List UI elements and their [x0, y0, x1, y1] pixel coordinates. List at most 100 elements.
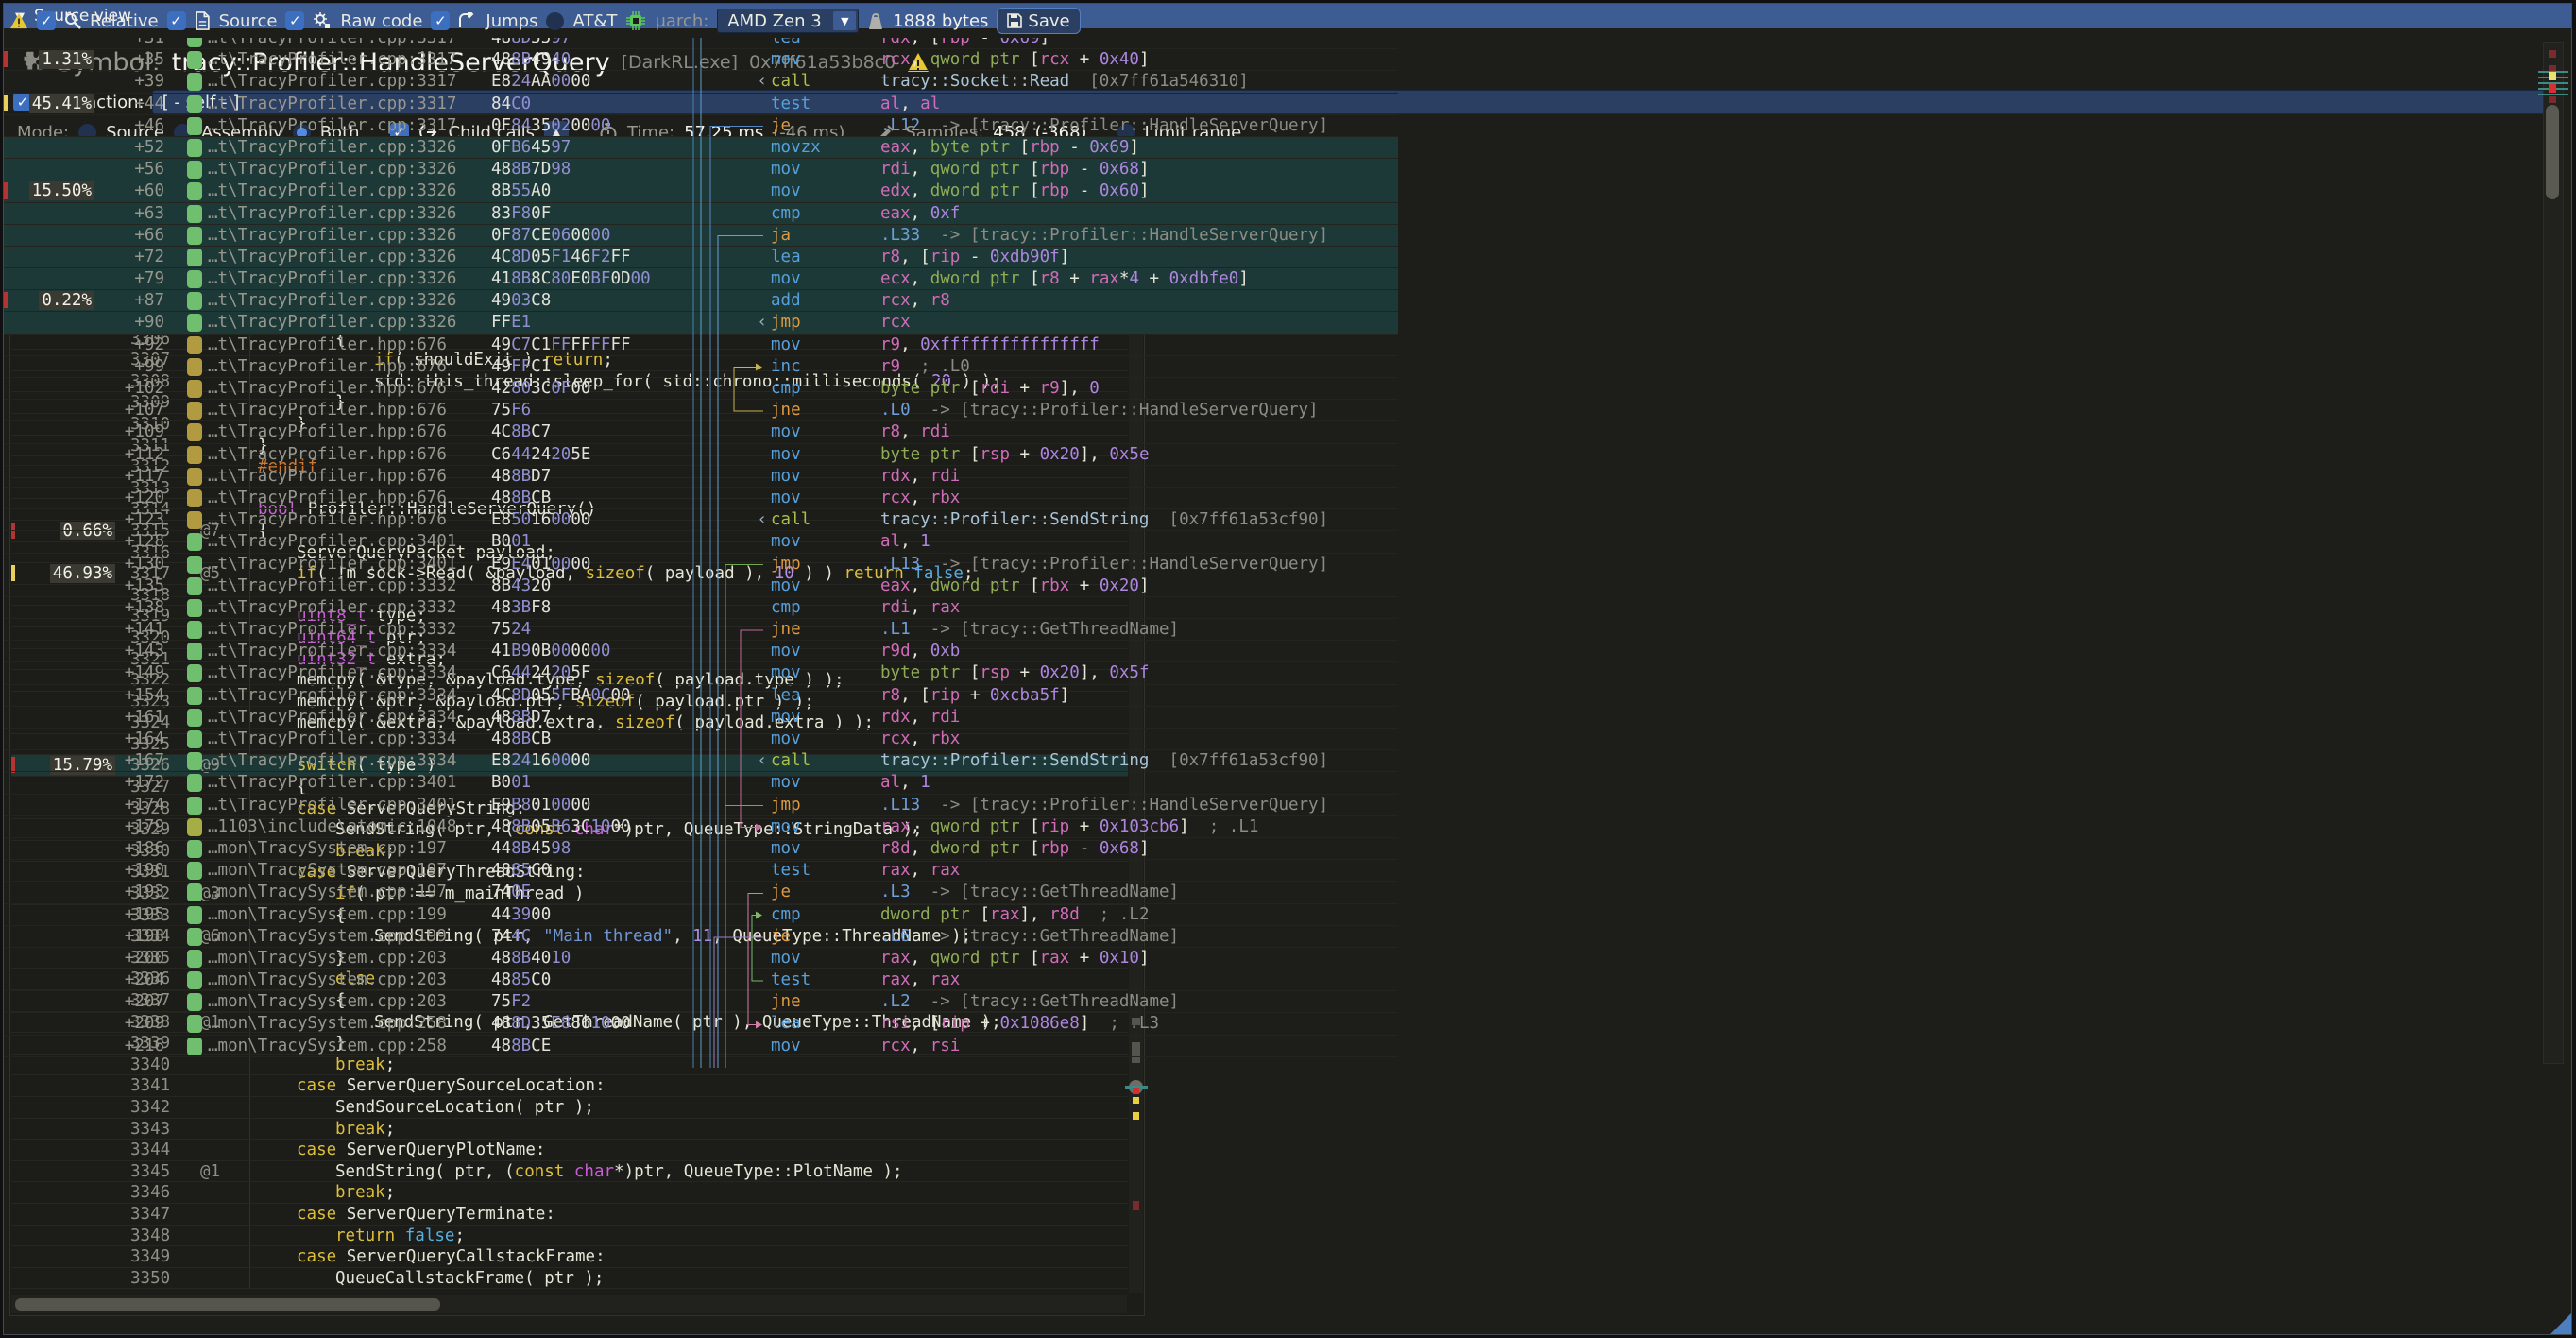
source-line[interactable]: 3346break; — [11, 1182, 1128, 1204]
relative-checkbox[interactable]: ✓ — [37, 11, 56, 30]
raw-code-label[interactable]: Raw code — [340, 11, 422, 31]
att-radio[interactable] — [546, 12, 564, 30]
file-color-swatch — [187, 1038, 202, 1055]
att-label[interactable]: AT&T — [572, 11, 617, 31]
resize-grip[interactable] — [2550, 1313, 2571, 1334]
file-color-swatch — [187, 730, 202, 748]
file-color-swatch — [187, 117, 202, 135]
source-line[interactable]: 3345@1SendString( ptr, (const char*)ptr,… — [11, 1161, 1128, 1183]
source-hscroll-thumb[interactable] — [15, 1298, 440, 1311]
file-color-swatch — [187, 270, 202, 288]
asm-row[interactable]: +117…t\TracyProfiler.hpp:676488BD7movrdx… — [4, 466, 1398, 488]
asm-row[interactable]: +207…mon\TracySystem.cpp:20375F2jne.L2 -… — [4, 991, 1398, 1013]
source-line[interactable]: 3350QueueCallstackFrame( ptr ); — [11, 1268, 1128, 1290]
asm-row[interactable]: +195…mon\TracySystem.cpp:199443900cmpdwo… — [4, 904, 1398, 926]
asm-row[interactable]: +186…mon\TracySystem.cpp:197448B4598movr… — [4, 838, 1398, 860]
asm-row[interactable]: +174…t\TracyProfiler.cpp:3401E9B8010000j… — [4, 795, 1398, 816]
asm-row[interactable]: +46…t\TracyProfiler.cpp:33170F8435020000… — [4, 115, 1398, 137]
file-color-swatch — [187, 161, 202, 179]
asm-row[interactable]: 45.41%+44…t\TracyProfiler.cpp:331784C0te… — [4, 94, 1398, 115]
assembly-view[interactable]: +31…t\TracyProfiler.cpp:3317488D5597lear… — [4, 38, 1398, 1068]
file-color-swatch — [187, 73, 202, 91]
asm-row[interactable]: +179…1103\include\atomic:1048488B05B63C1… — [4, 816, 1398, 838]
asm-row[interactable]: +52…t\TracyProfiler.cpp:33260FB64597movz… — [4, 137, 1398, 159]
save-icon — [1007, 13, 1022, 28]
asm-row[interactable]: +39…t\TracyProfiler.cpp:3317E824AA0000‹c… — [4, 71, 1398, 93]
asm-row[interactable]: +149…t\TracyProfiler.cpp:3334C64424205Fm… — [4, 662, 1398, 684]
asm-row[interactable]: +143…t\TracyProfiler.cpp:333441B90B00000… — [4, 641, 1398, 662]
asm-row[interactable]: +193…mon\TracySystem.cpp:197740Eje.L3 ->… — [4, 882, 1398, 903]
asm-row[interactable]: +56…t\TracyProfiler.cpp:3326488B7D98movr… — [4, 159, 1398, 180]
asm-row[interactable]: +90…t\TracyProfiler.cpp:3326FFE1‹jmprcx — [4, 312, 1398, 334]
asm-row[interactable]: +63…t\TracyProfiler.cpp:332683F80Fcmpeax… — [4, 203, 1398, 225]
asm-row[interactable]: +216…mon\TracySystem.cpp:258488BCEmovrcx… — [4, 1036, 1398, 1057]
source-line[interactable]: 3348return false; — [11, 1226, 1128, 1247]
raw-code-checkbox[interactable]: ✓ — [285, 11, 304, 30]
file-color-swatch — [187, 446, 202, 464]
save-label: Save — [1028, 11, 1069, 31]
asm-row[interactable]: +123…t\TracyProfiler.hpp:676E850160000‹c… — [4, 509, 1398, 531]
asm-row[interactable]: +102…t\TracyProfiler.hpp:67642803C0F00cm… — [4, 378, 1398, 400]
file-color-swatch — [187, 511, 202, 529]
asm-row[interactable]: +172…t\TracyProfiler.cpp:3401B001moval, … — [4, 772, 1398, 794]
source-line[interactable]: 3342SendSourceLocation( ptr ); — [11, 1097, 1128, 1119]
source-line[interactable]: 3349case ServerQueryCallstackFrame: — [11, 1246, 1128, 1268]
file-color-swatch — [187, 95, 202, 113]
file-color-swatch — [187, 840, 202, 858]
file-color-swatch — [187, 556, 202, 574]
asm-row[interactable]: +135…t\TracyProfiler.cpp:33328B4320movea… — [4, 575, 1398, 597]
jump-arrow-icon — [458, 12, 477, 29]
file-color-swatch — [187, 51, 202, 69]
asm-row[interactable]: +161…t\TracyProfiler.cpp:3334488BD7movrd… — [4, 707, 1398, 729]
source-line[interactable]: 3347case ServerQueryTerminate: — [11, 1204, 1128, 1226]
source-horizontal-scrollbar[interactable] — [11, 1295, 1127, 1313]
asm-row[interactable]: +209…mon\TracySystem.cpp:258488D35E88610… — [4, 1013, 1398, 1035]
asm-row[interactable]: +200…mon\TracySystem.cpp:203488B4010movr… — [4, 948, 1398, 969]
file-color-swatch — [187, 883, 202, 901]
relative-label[interactable]: Relative — [90, 11, 159, 31]
file-color-swatch — [187, 664, 202, 682]
jumps-label[interactable]: Jumps — [486, 11, 537, 31]
uarch-select[interactable]: AMD Zen 3 ▼ — [717, 9, 859, 33]
asm-row[interactable]: +66…t\TracyProfiler.cpp:33260F87CE060000… — [4, 225, 1398, 247]
asm-row[interactable]: 0.22%+87…t\TracyProfiler.cpp:33264903C8a… — [4, 290, 1398, 312]
asm-row[interactable]: +164…t\TracyProfiler.cpp:3334488BCBmovrc… — [4, 729, 1398, 750]
file-color-swatch — [187, 643, 202, 660]
asm-row[interactable]: +120…t\TracyProfiler.hpp:676488BCBmovrcx… — [4, 488, 1398, 509]
asm-row[interactable]: +79…t\TracyProfiler.cpp:3326418B8C80E0BF… — [4, 268, 1398, 290]
asm-row[interactable]: +130…t\TracyProfiler.cpp:3401E9E4010000j… — [4, 554, 1398, 575]
asm-row[interactable]: +31…t\TracyProfiler.cpp:3317488D5597lear… — [4, 38, 1398, 49]
assembly-scroll-thumb[interactable] — [2546, 105, 2559, 199]
asm-row[interactable]: +167…t\TracyProfiler.cpp:3334E824160000‹… — [4, 750, 1398, 772]
asm-row[interactable]: +92…t\TracyProfiler.hpp:67649C7C1FFFFFFF… — [4, 334, 1398, 356]
file-color-swatch — [187, 752, 202, 770]
source-checkbox[interactable]: ✓ — [167, 11, 186, 30]
asm-row[interactable]: +107…t\TracyProfiler.hpp:67675F6jne.L0 -… — [4, 400, 1398, 421]
source-line[interactable]: 3343break; — [11, 1119, 1128, 1141]
save-button[interactable]: Save — [997, 8, 1080, 34]
warning-icon — [9, 12, 28, 29]
file-color-swatch — [187, 797, 202, 815]
asm-row[interactable]: +99…t\TracyProfiler.hpp:67649FFC1incr9 ;… — [4, 356, 1398, 378]
jumps-checkbox[interactable]: ✓ — [431, 11, 450, 30]
asm-row[interactable]: +72…t\TracyProfiler.cpp:33264C8D05F146F2… — [4, 247, 1398, 268]
file-color-swatch — [187, 774, 202, 792]
asm-row[interactable]: +154…t\TracyProfiler.cpp:33344C8D055FBA0… — [4, 685, 1398, 707]
asm-row[interactable]: +109…t\TracyProfiler.hpp:6764C8BC7movr8,… — [4, 421, 1398, 443]
source-line[interactable]: 3344case ServerQueryPlotName: — [11, 1140, 1128, 1161]
asm-row[interactable]: 1.31%+35…t\TracyProfiler.cpp:3317488B494… — [4, 49, 1398, 71]
asm-row[interactable]: +190…mon\TracySystem.cpp:1974885C0testra… — [4, 860, 1398, 882]
file-color-swatch — [187, 862, 202, 880]
asm-row[interactable]: +141…t\TracyProfiler.cpp:33327524jne.L1 … — [4, 619, 1398, 641]
asm-row[interactable]: 15.50%+60…t\TracyProfiler.cpp:33268B55A0… — [4, 180, 1398, 202]
file-color-swatch — [187, 533, 202, 551]
source-line[interactable]: 3341case ServerQuerySourceLocation: — [11, 1075, 1128, 1097]
asm-row[interactable]: +128…t\TracyProfiler.cpp:3401B001moval, … — [4, 531, 1398, 553]
asm-row[interactable]: +204…mon\TracySystem.cpp:2034885C0testra… — [4, 969, 1398, 991]
chevron-down-icon[interactable]: ▼ — [833, 11, 856, 30]
assembly-vertical-scrollbar[interactable] — [2543, 42, 2564, 1064]
asm-row[interactable]: +112…t\TracyProfiler.hpp:676C64424205Emo… — [4, 444, 1398, 466]
asm-row[interactable]: +138…t\TracyProfiler.cpp:3332483BF8cmprd… — [4, 597, 1398, 619]
source-toggle-label[interactable]: Source — [219, 11, 278, 31]
asm-row[interactable]: +198…mon\TracySystem.cpp:199744Cje.L6 ->… — [4, 926, 1398, 948]
